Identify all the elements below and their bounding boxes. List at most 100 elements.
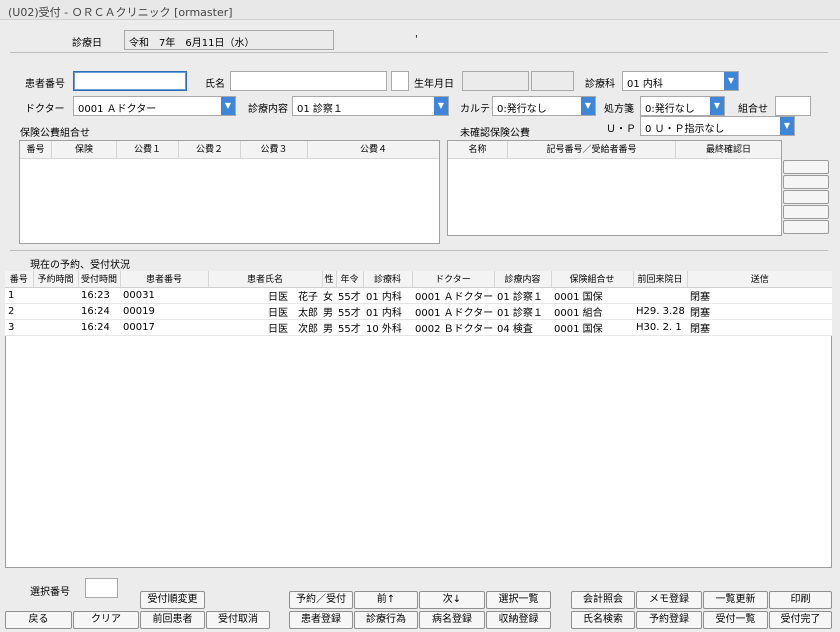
patient-register-button[interactable]: 患者登録 [289, 611, 353, 629]
unconfirmed-header-cell: 記号番号／受給者番号 [508, 141, 676, 159]
side-button-2[interactable] [783, 175, 829, 189]
receipt-register-button[interactable]: 収納登録 [486, 611, 551, 629]
grid-header-cell: 年令 [336, 271, 364, 288]
combo-input[interactable] [775, 96, 811, 116]
table-cell: 16:23 [78, 287, 120, 304]
table-cell [33, 287, 78, 304]
back-button[interactable]: 戻る [5, 611, 72, 629]
table-cell: 3 [5, 319, 33, 336]
insurance-label: 保険公費組合せ [20, 128, 90, 139]
doctor-value: 0001 Ａドクター [78, 104, 157, 115]
up-select[interactable]: 0 Ｕ・Ｐ指示なし ▼ [640, 116, 795, 136]
table-row[interactable]: 1 16:23 00031 日医 花子 女 55才 01 内科 0001 Ａドク… [5, 287, 832, 304]
table-cell: 閉塞 [687, 287, 832, 304]
table-cell: 00031 [120, 287, 208, 304]
memo-register-button[interactable]: メモ登録 [636, 591, 702, 609]
cancel-reception-button[interactable]: 受付取消 [206, 611, 270, 629]
insurance-header-cell: 番号 [20, 141, 52, 159]
side-button-4[interactable] [783, 205, 829, 219]
list-refresh-button[interactable]: 一覧更新 [703, 591, 768, 609]
grid-header-cell: 保険組合せ [551, 271, 634, 288]
grid-header-cell: 受付時間 [78, 271, 121, 288]
reception-list-button[interactable]: 受付一覧 [703, 611, 768, 629]
table-cell [33, 303, 78, 320]
grid-header-cell: 性 [322, 271, 337, 288]
grid-header-cell: 送信 [687, 271, 832, 288]
print-button[interactable]: 印刷 [769, 591, 832, 609]
side-button-3[interactable] [783, 190, 829, 204]
reservation-register-button[interactable]: 予約登録 [636, 611, 702, 629]
unconfirmed-list[interactable]: 名称 記号番号／受給者番号 最終確認日 [447, 140, 782, 236]
prev-patient-button[interactable]: 前回患者 [140, 611, 205, 629]
table-cell: 55才 [336, 303, 363, 320]
table-cell: 0001 組合 [551, 303, 633, 320]
patient-id-input[interactable] [73, 71, 187, 91]
table-row[interactable]: 3 16:24 00017 日医 次郎 男 55才 10 外科 0002 Ｂドク… [5, 319, 832, 336]
dept-label: 診療科 [585, 79, 615, 90]
dept-value: 01 内科 [627, 79, 663, 90]
table-cell: 女 [322, 287, 336, 304]
table-cell: 閉塞 [687, 319, 832, 336]
table-cell: 01 内科 [363, 303, 412, 320]
table-cell: 日医 花子 [208, 287, 322, 304]
grid-header-cell: 診療科 [363, 271, 413, 288]
table-cell: H30. 2. 1 [633, 319, 687, 336]
name-search-button[interactable]: 氏名検索 [571, 611, 635, 629]
birth-label: 生年月日 [414, 79, 454, 90]
account-inquiry-button[interactable]: 会計照会 [571, 591, 635, 609]
insurance-header-cell: 保険 [52, 141, 117, 159]
insurance-header-cell: 公費３ [241, 141, 308, 159]
table-cell: 10 外科 [363, 319, 412, 336]
name-kana-field[interactable] [391, 71, 409, 91]
table-cell: 2 [5, 303, 33, 320]
chevron-down-icon[interactable]: ▼ [724, 72, 738, 90]
table-cell: 01 内科 [363, 287, 412, 304]
unconfirmed-header-cell: 名称 [448, 141, 508, 159]
doctor-select[interactable]: 0001 Ａドクター ▼ [73, 96, 236, 116]
side-button-5[interactable] [783, 220, 829, 234]
divider [10, 250, 828, 251]
insurance-list[interactable]: 番号 保険 公費１ 公費２ 公費３ 公費４ [19, 140, 440, 244]
table-cell: 16:24 [78, 319, 120, 336]
rx-select[interactable]: 0:発行なし ▼ [640, 96, 725, 116]
table-cell: 04 検査 [494, 319, 551, 336]
next-button[interactable]: 次↓ [419, 591, 485, 609]
table-cell: 日医 太郎 [208, 303, 322, 320]
content-select[interactable]: 01 診察１ ▼ [292, 96, 449, 116]
reception-grid[interactable]: 番号 予約時間 受付時間 患者番号 患者氏名 性 年令 診療科 ドクター 診療内… [5, 271, 832, 336]
table-cell: 男 [322, 319, 336, 336]
table-cell: 0001 国保 [551, 319, 633, 336]
insurance-header-cell: 公費１ [117, 141, 179, 159]
karte-value: 0:発行なし [497, 104, 547, 115]
procedure-button[interactable]: 診療行為 [354, 611, 418, 629]
clear-button[interactable]: クリア [73, 611, 139, 629]
select-number-label: 選択番号 [30, 587, 70, 598]
grid-header-cell: 診療内容 [494, 271, 552, 288]
side-button-1[interactable] [783, 160, 829, 174]
birth-date-field [462, 71, 529, 91]
table-cell: 日医 次郎 [208, 319, 322, 336]
chevron-down-icon[interactable]: ▼ [710, 97, 724, 115]
order-change-button[interactable]: 受付順変更 [140, 591, 205, 609]
disease-register-button[interactable]: 病名登録 [419, 611, 485, 629]
chevron-down-icon[interactable]: ▼ [221, 97, 235, 115]
name-input[interactable] [230, 71, 387, 91]
select-number-input[interactable] [85, 578, 118, 598]
dept-select[interactable]: 01 内科 ▼ [622, 71, 739, 91]
select-list-button[interactable]: 選択一覧 [486, 591, 551, 609]
karte-select[interactable]: 0:発行なし ▼ [492, 96, 596, 116]
grid-header-cell: 患者番号 [120, 271, 209, 288]
chevron-down-icon[interactable]: ▼ [780, 117, 794, 135]
table-cell: 閉塞 [687, 303, 832, 320]
reserve-reception-button[interactable]: 予約／受付 [289, 591, 353, 609]
table-cell [633, 287, 687, 304]
chevron-down-icon[interactable]: ▼ [434, 97, 448, 115]
table-row[interactable]: 2 16:24 00019 日医 太郎 男 55才 01 内科 0001 Ａドク… [5, 303, 832, 320]
date-field: 令和 7年 6月11日（水） [124, 30, 334, 50]
chevron-down-icon[interactable]: ▼ [581, 97, 595, 115]
reception-complete-button[interactable]: 受付完了 [769, 611, 832, 629]
up-label: Ｕ・Ｐ [606, 124, 636, 135]
table-cell: 0001 Ａドクター [412, 303, 494, 320]
prev-button[interactable]: 前↑ [354, 591, 418, 609]
date-mark: ' [415, 34, 418, 45]
